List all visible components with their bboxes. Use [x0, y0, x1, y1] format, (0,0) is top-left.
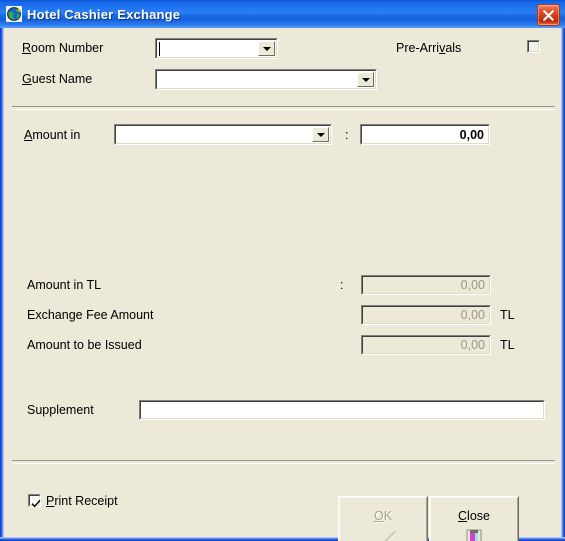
amount-in-currency-combo[interactable] — [114, 124, 332, 145]
chevron-down-icon[interactable] — [357, 72, 374, 87]
amount-in-value-input[interactable] — [363, 127, 487, 142]
exchange-fee-amount-suffix: TL — [500, 308, 515, 322]
hotel-cashier-exchange-window: Hotel Cashier Exchange Room Number Pre-A… — [0, 0, 565, 541]
room-number-label: Room Number — [22, 41, 104, 55]
print-receipt-label: Print Receipt — [46, 494, 118, 508]
amount-in-currency-value — [118, 127, 311, 142]
amount-to-be-issued-field — [361, 335, 491, 355]
amount-in-tl-field — [361, 275, 491, 295]
guest-name-combo[interactable] — [155, 69, 377, 90]
amount-to-be-issued-suffix: TL — [500, 338, 515, 352]
guest-name-label: Guest Name — [22, 72, 93, 86]
pre-arrivals-label: Pre-Arrivals — [396, 41, 462, 55]
section-divider-bottom — [12, 460, 555, 464]
checkmark-icon — [31, 496, 41, 514]
amount-in-tl-separator: : — [340, 278, 344, 292]
pre-arrivals-checkbox-inner — [528, 41, 539, 52]
amount-to-be-issued-label: Amount to be Issued — [27, 338, 142, 352]
exchange-fee-amount-input — [364, 308, 488, 322]
close-button-label: Close — [458, 509, 490, 523]
amount-to-be-issued-input — [364, 338, 488, 352]
chevron-down-icon[interactable] — [312, 127, 329, 142]
exit-door-icon — [430, 529, 518, 541]
dialog-client-area: Room Number Pre-Arrivals Guest Name Amou… — [4, 28, 561, 541]
window-frame-right — [561, 28, 565, 541]
amount-in-tl-input — [364, 278, 488, 292]
exchange-fee-amount-field — [361, 305, 491, 325]
amount-in-tl-label: Amount in TL — [27, 278, 102, 292]
checkmark-icon — [339, 529, 427, 541]
chevron-down-icon[interactable] — [258, 41, 275, 56]
print-receipt-checkbox[interactable] — [28, 494, 41, 508]
supplement-label: Supplement — [27, 403, 94, 417]
amount-in-label: Amount in — [24, 128, 81, 142]
globe-icon — [6, 6, 22, 22]
close-button[interactable]: Close — [429, 496, 519, 541]
exchange-fee-amount-label: Exchange Fee Amount — [27, 308, 154, 322]
supplement-input[interactable] — [142, 403, 542, 417]
window-title: Hotel Cashier Exchange — [27, 6, 181, 22]
ok-button-label: OK — [373, 509, 393, 523]
amount-in-separator: : — [345, 128, 349, 142]
room-number-combo[interactable] — [155, 38, 278, 59]
supplement-field[interactable] — [139, 400, 545, 420]
guest-name-value — [159, 72, 356, 87]
ok-button[interactable]: OK — [338, 496, 428, 541]
room-number-value — [159, 41, 257, 56]
section-divider-top — [12, 106, 555, 110]
title-bar[interactable]: Hotel Cashier Exchange — [0, 0, 565, 28]
close-icon[interactable] — [537, 4, 560, 26]
pre-arrivals-checkbox[interactable] — [527, 40, 540, 53]
amount-in-value-field[interactable] — [360, 124, 490, 145]
